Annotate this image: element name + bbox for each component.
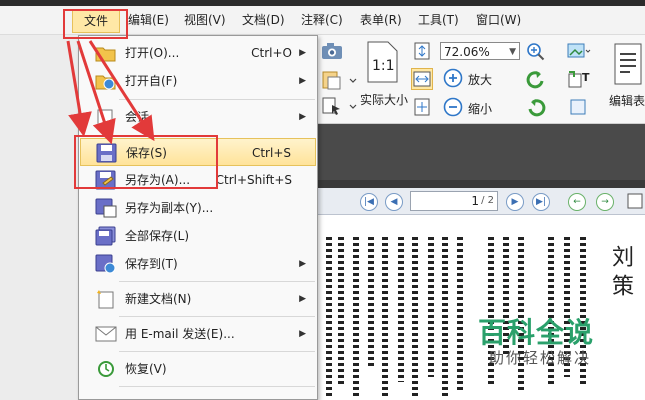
actual-size-icon[interactable]: 1:1 — [364, 40, 400, 84]
save-copy-icon — [95, 198, 117, 218]
menu-item-label: 用 E-mail 发送(E)... — [125, 327, 235, 341]
menu-item-new-document[interactable]: 新建文档(N) ▶ — [80, 285, 316, 313]
menu-item-save-all[interactable]: 全部保存(L) — [80, 222, 316, 250]
rotate-right-icon[interactable] — [524, 96, 548, 120]
menu-document[interactable]: 文档(D) — [238, 11, 289, 29]
zoom-in-label[interactable]: 放大 — [468, 71, 492, 88]
first-page-icon[interactable]: |◀ — [360, 193, 378, 211]
annotation-arrows-icon — [66, 40, 155, 145]
rotate-left-icon[interactable] — [524, 68, 548, 92]
document-tabs-area — [318, 124, 645, 180]
submenu-arrow-icon: ▶ — [299, 48, 306, 58]
page-view-icon[interactable] — [626, 192, 644, 210]
menu-item-label: 恢复(V) — [125, 362, 167, 376]
zoom-value: 72.06% — [444, 45, 490, 59]
menu-item-shortcut: Ctrl+S — [251, 146, 291, 160]
menu-item-label: 另存为副本(Y)... — [125, 201, 214, 215]
zoom-out-label[interactable]: 缩小 — [468, 100, 492, 117]
watermark-subtitle: 助你轻松解决 — [489, 349, 592, 367]
edit-form-icon[interactable] — [612, 42, 645, 90]
new-document-icon — [95, 289, 117, 309]
page-number-field[interactable]: 1 / 2 — [410, 191, 498, 211]
text-column — [428, 237, 434, 377]
submenu-arrow-icon: ▶ — [299, 329, 306, 339]
clipboard-icon[interactable] — [320, 69, 358, 91]
menu-window[interactable]: 窗口(W) — [472, 11, 525, 29]
page-total: / 2 — [481, 195, 494, 206]
next-page-icon[interactable]: ▶ — [506, 193, 524, 211]
image-tool-icon[interactable] — [566, 40, 592, 62]
text-column — [412, 237, 418, 397]
menu-separator — [119, 281, 315, 282]
zoom-in-icon[interactable] — [442, 67, 464, 89]
menu-item-save-copy[interactable]: 另存为副本(Y)... — [80, 194, 316, 222]
menu-edit[interactable]: 编辑(E) — [124, 11, 173, 29]
submenu-arrow-icon: ▶ — [299, 294, 306, 304]
menu-tools[interactable]: 工具(T) — [414, 11, 463, 29]
document-page: 刘 策 — [318, 215, 645, 400]
link-tool-icon[interactable] — [568, 96, 590, 118]
page-current: 1 — [471, 194, 479, 208]
menu-separator — [119, 316, 315, 317]
svg-text:T: T — [582, 71, 590, 84]
text-column — [398, 237, 404, 382]
email-icon — [95, 324, 117, 344]
submenu-arrow-icon: ▶ — [299, 112, 306, 122]
text-column — [442, 237, 448, 397]
menu-view[interactable]: 视图(V) — [180, 11, 230, 29]
menu-item-save-to[interactable]: 保存到(T) ▶ — [80, 250, 316, 278]
save-to-icon — [95, 254, 117, 274]
zoom-out-icon[interactable] — [442, 96, 464, 118]
menu-separator — [119, 351, 315, 352]
menu-item-revert[interactable]: 恢复(V) — [80, 355, 316, 383]
zoom-select[interactable]: 72.06% ▼ — [440, 42, 520, 60]
save-all-icon — [95, 226, 117, 246]
menu-item-label: 保存到(T) — [125, 257, 178, 271]
text-column — [368, 237, 374, 367]
previous-page-icon[interactable]: ◀ — [385, 193, 403, 211]
fit-page-icon[interactable] — [412, 41, 432, 61]
document-title: 刘 策 — [608, 245, 633, 296]
revert-icon — [95, 359, 117, 379]
text-column — [457, 237, 463, 392]
text-column — [326, 237, 332, 397]
forward-icon[interactable]: → — [596, 193, 614, 211]
chevron-down-icon: ▼ — [509, 47, 516, 57]
actual-size-label[interactable]: 实际大小 — [360, 91, 408, 108]
fit-width-icon[interactable] — [411, 68, 433, 90]
submenu-arrow-icon: ▶ — [299, 76, 306, 86]
svg-text:1:1: 1:1 — [372, 58, 395, 74]
menu-separator — [119, 386, 315, 387]
zoom-in-magnifier-icon[interactable] — [525, 41, 547, 63]
snapshot-icon[interactable] — [320, 41, 344, 61]
menu-item-shortcut: Ctrl+Shift+S — [215, 173, 292, 187]
last-page-icon[interactable]: ▶| — [532, 193, 550, 211]
menu-item-send-email[interactable]: 用 E-mail 发送(E)... ▶ — [80, 320, 316, 348]
back-icon[interactable]: ← — [568, 193, 586, 211]
menu-comment[interactable]: 注释(C) — [297, 11, 347, 29]
menu-item-label: 全部保存(L) — [125, 229, 190, 243]
text-column — [353, 237, 359, 397]
watermark-title: 百科全说 — [478, 316, 595, 349]
text-column — [338, 237, 344, 387]
edit-form-label[interactable]: 编辑表 — [609, 92, 645, 109]
select-tool-icon[interactable] — [320, 95, 358, 117]
add-text-icon[interactable]: T — [566, 68, 594, 90]
text-column — [382, 237, 388, 397]
submenu-arrow-icon: ▶ — [299, 259, 306, 269]
menu-item-label: 新建文档(N) — [125, 292, 192, 306]
fit-visible-icon[interactable] — [412, 97, 432, 117]
menu-form[interactable]: 表单(R) — [356, 11, 406, 29]
menu-item-shortcut: Ctrl+O — [251, 46, 292, 60]
